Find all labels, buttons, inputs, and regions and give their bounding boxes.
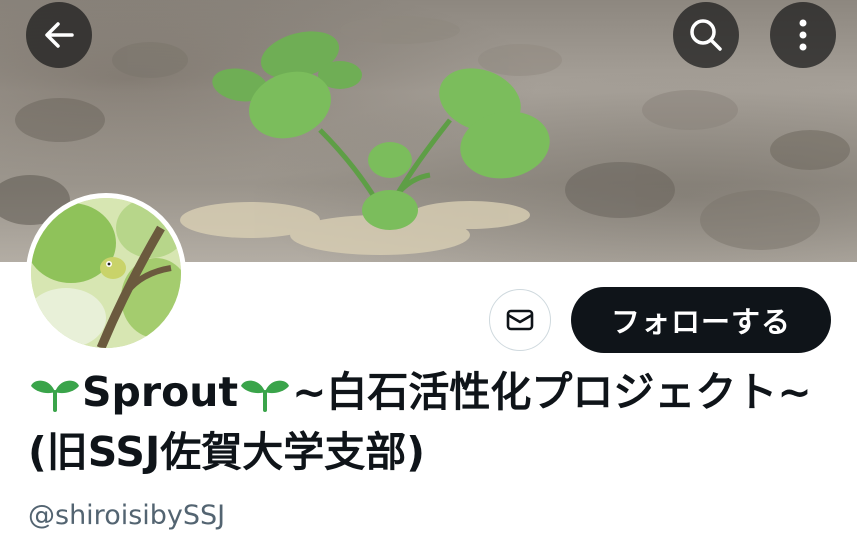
profile-handle: @shiroisibySSJ [28,500,226,531]
search-icon [690,19,722,51]
seedling-icon [31,380,79,412]
seedling-icon [241,380,290,412]
display-name-text-1: Sprout [82,368,239,416]
search-button[interactable] [673,2,739,68]
profile-avatar[interactable] [26,193,186,353]
follow-button[interactable]: フォローする [571,287,831,353]
message-button[interactable] [489,289,551,351]
more-vertical-icon [799,19,807,51]
profile-display-name: Sprout ~白石活性化プロジェクト~(旧SSJ佐賀大学支部) [28,362,828,482]
bird-on-branch-photo [31,198,181,348]
envelope-icon [506,309,534,331]
arrow-left-icon [45,22,74,48]
back-button[interactable] [26,2,92,68]
more-options-button[interactable] [770,2,836,68]
